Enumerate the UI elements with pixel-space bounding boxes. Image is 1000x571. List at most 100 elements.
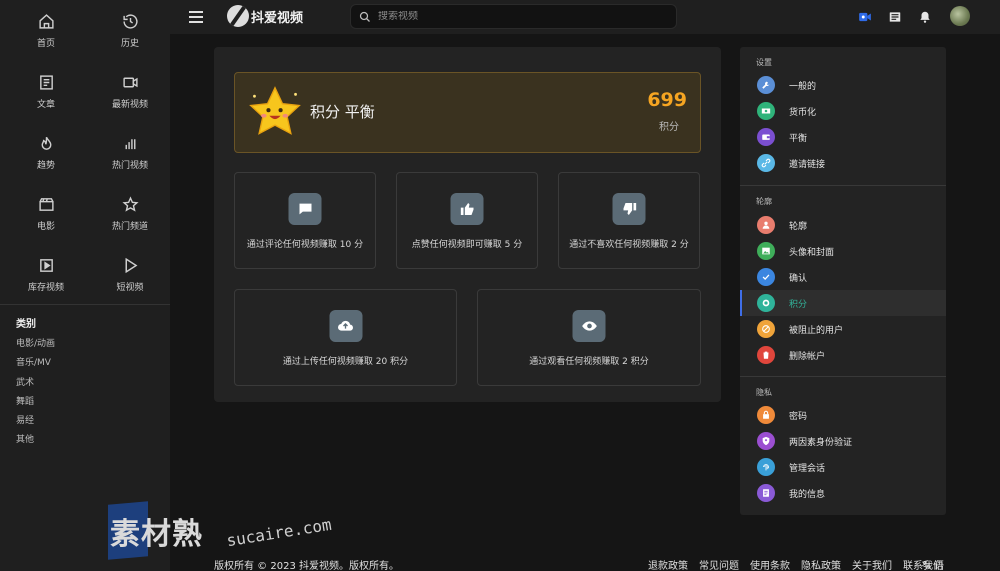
settings-item-monetization[interactable]: 货币化 [740,98,946,124]
lock-icon [757,406,775,424]
smiling-star-icon [249,86,301,135]
top-bar: 抖爱视频 [170,0,1000,34]
image-icon [757,242,775,260]
sidebar-item-label: 电影 [36,222,55,232]
category-item[interactable]: 武术 [16,375,55,394]
block-icon [757,320,775,338]
logo-text: 抖爱视频 [251,10,304,26]
sidebar-item-shorts[interactable]: 短视频 [90,254,170,315]
sidebar-item-articles[interactable]: 文章 [6,71,86,132]
language-label: 语 [934,561,944,571]
earn-card-text: 点赞任何视频即可赚取 5 分 [411,240,523,250]
link-icon [757,154,775,172]
settings-item-password[interactable]: 密码 [740,402,946,428]
clapperboard-icon [38,198,54,211]
sidebar-item-home[interactable]: 首页 [6,10,86,71]
categories-list: 类别 电影/动画 音乐/MV 武术 舞蹈 易经 其他 [16,315,55,452]
notification-bell-icon[interactable] [918,10,932,24]
settings-item-label: 删除帐户 [789,352,826,362]
wallet-icon [757,128,775,146]
article-icon [39,75,53,90]
sidebar-item-hot-videos[interactable]: 热门视频 [90,132,170,193]
footer-link-faq[interactable]: 常见问题 [699,557,739,571]
category-item[interactable]: 音乐/MV [16,355,55,374]
sidebar-item-label: 趋势 [36,161,55,171]
settings-item-general[interactable]: 一般的 [740,72,946,98]
trash-icon [757,346,775,364]
settings-item-label: 密码 [789,412,808,422]
sidebar-item-label: 热门频道 [111,222,148,232]
category-item[interactable]: 其他 [16,432,55,451]
live-video-icon[interactable] [858,10,872,24]
settings-item-label: 两因素身份验证 [789,438,853,448]
menu-icon-bar [189,16,203,18]
settings-item-avatar-cover[interactable]: 头像和封面 [740,238,946,264]
coin-icon [757,294,775,312]
settings-item-blocked-users[interactable]: 被阻止的用户 [740,316,946,342]
settings-item-label: 货币化 [789,108,817,118]
sidebar-item-label: 库存视频 [27,283,64,293]
home-icon [38,14,54,29]
earn-card-icon [288,193,322,225]
settings-item-verification[interactable]: 确认 [740,264,946,290]
sidebar-nav: 首页 历史 文章 最新视频 趋势 热门视频 电影 热门频道 库存视频 短视频 [0,0,170,315]
shield-user-icon [757,432,775,450]
logo-mark-icon [227,5,249,27]
earn-card-watch[interactable]: 通过观看任何视频赚取 2 积分 [477,289,701,386]
menu-icon-bar [189,21,203,23]
earn-card-like[interactable]: 点赞任何视频即可赚取 5 分 [396,172,538,269]
footer-link-about[interactable]: 关于我们 [852,557,892,571]
footer-link-refund[interactable]: 退款政策 [648,557,688,571]
footer-link-terms[interactable]: 使用条款 [750,557,790,571]
settings-item-label: 头像和封面 [789,248,835,258]
fire-icon [41,136,51,150]
earn-card-icon [329,310,362,342]
sidebar-item-hot-channels[interactable]: 热门频道 [90,193,170,254]
news-feed-icon[interactable] [888,10,902,24]
site-logo[interactable]: 抖爱视频 [227,5,303,27]
earn-card-dislike[interactable]: 通过不喜欢任何视频赚取 2 分 [558,172,700,269]
search-input[interactable] [378,11,658,22]
balance-unit: 积分 [659,122,679,133]
search-bar [350,4,677,29]
category-item[interactable]: 舞蹈 [16,394,55,413]
translate-icon [922,560,931,569]
section-divider [740,185,946,186]
eye-icon [581,321,597,331]
settings-item-label: 平衡 [789,134,808,144]
sidebar-item-movies[interactable]: 电影 [6,193,86,254]
video-camera-icon [122,77,138,88]
points-panel: 积分 平衡 699 积分 通过评论任何视频赚取 10 分 点赞任何视频即可赚取 … [214,47,721,402]
menu-icon-bar [189,11,203,13]
footer-link-privacy[interactable]: 隐私政策 [801,557,841,571]
sidebar-item-stock-videos[interactable]: 库存视频 [6,254,86,315]
user-avatar[interactable] [950,6,970,26]
settings-item-my-info[interactable]: 我的信息 [740,480,946,506]
settings-item-delete-account[interactable]: 删除帐户 [740,342,946,368]
settings-item-manage-sessions[interactable]: 管理会话 [740,454,946,480]
sidebar-item-label: 短视频 [116,283,144,293]
sidebar-item-history[interactable]: 历史 [90,10,170,71]
earn-card-icon [572,310,606,342]
sidebar-divider [0,304,170,305]
sidebar-item-trending[interactable]: 趋势 [6,132,86,193]
settings-item-label: 管理会话 [789,464,826,474]
earn-card-comment[interactable]: 通过评论任何视频赚取 10 分 [234,172,376,269]
category-item[interactable]: 易经 [16,413,55,432]
menu-toggle-button[interactable] [189,11,203,23]
settings-item-two-factor[interactable]: 两因素身份验证 [740,428,946,454]
sidebar-item-latest-videos[interactable]: 最新视频 [90,71,170,132]
settings-item-profile[interactable]: 轮廓 [740,212,946,238]
earn-card-upload[interactable]: 通过上传任何视频赚取 20 积分 [234,289,457,386]
settings-item-points[interactable]: 积分 [740,290,946,316]
balance-title: 积分 平衡 [310,103,375,121]
earn-card-text: 通过上传任何视频赚取 20 积分 [282,357,409,367]
settings-item-invite-link[interactable]: 邀请链接 [740,150,946,176]
category-item[interactable]: 电影/动画 [16,336,55,355]
play-square-icon [39,259,53,272]
earn-card-icon [450,193,484,225]
settings-section-title: 轮廓 [756,197,772,206]
settings-item-balance[interactable]: 平衡 [740,124,946,150]
language-selector[interactable]: 语 [921,557,944,571]
categories-title: 类别 [16,319,36,330]
